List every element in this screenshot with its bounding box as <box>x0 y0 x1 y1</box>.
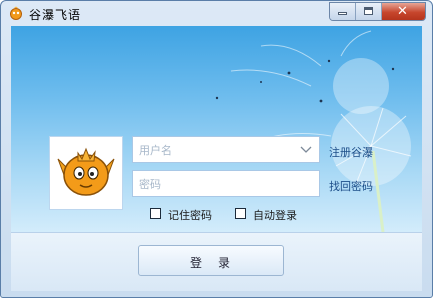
chevron-down-icon <box>300 146 312 153</box>
username-input[interactable]: 用户名 <box>132 136 320 163</box>
maximize-icon <box>364 7 373 15</box>
username-placeholder: 用户名 <box>139 144 172 157</box>
close-button[interactable]: ✕ <box>382 3 425 20</box>
minimize-button[interactable] <box>330 3 356 20</box>
fish-avatar-icon <box>57 147 115 196</box>
auto-login-checkbox[interactable] <box>235 208 246 219</box>
avatar[interactable] <box>49 136 123 210</box>
minimize-icon <box>338 12 347 15</box>
recover-password-link[interactable]: 找回密码 <box>329 178 373 194</box>
remember-password-checkbox[interactable] <box>150 208 161 219</box>
login-button[interactable]: 登 录 <box>138 245 284 276</box>
login-window: 谷瀑飞语 ✕ 用户名 密码 注册谷瀑 找回密码 记住密码 自动登录 登 录 <box>0 0 433 298</box>
close-icon: ✕ <box>397 4 408 19</box>
auto-login-label: 自动登录 <box>253 209 297 222</box>
maximize-button[interactable] <box>356 3 382 20</box>
password-placeholder: 密码 <box>139 178 161 191</box>
remember-password-label: 记住密码 <box>168 209 212 222</box>
register-link[interactable]: 注册谷瀑 <box>329 144 373 160</box>
username-dropdown-button[interactable] <box>293 137 319 162</box>
fish-icon <box>10 6 22 20</box>
window-title: 谷瀑飞语 <box>29 8 82 22</box>
window-controls: ✕ <box>329 2 426 21</box>
login-button-label: 登 录 <box>189 256 232 270</box>
password-input[interactable]: 密码 <box>132 170 320 197</box>
title-bar[interactable]: 谷瀑飞语 ✕ <box>1 1 432 25</box>
